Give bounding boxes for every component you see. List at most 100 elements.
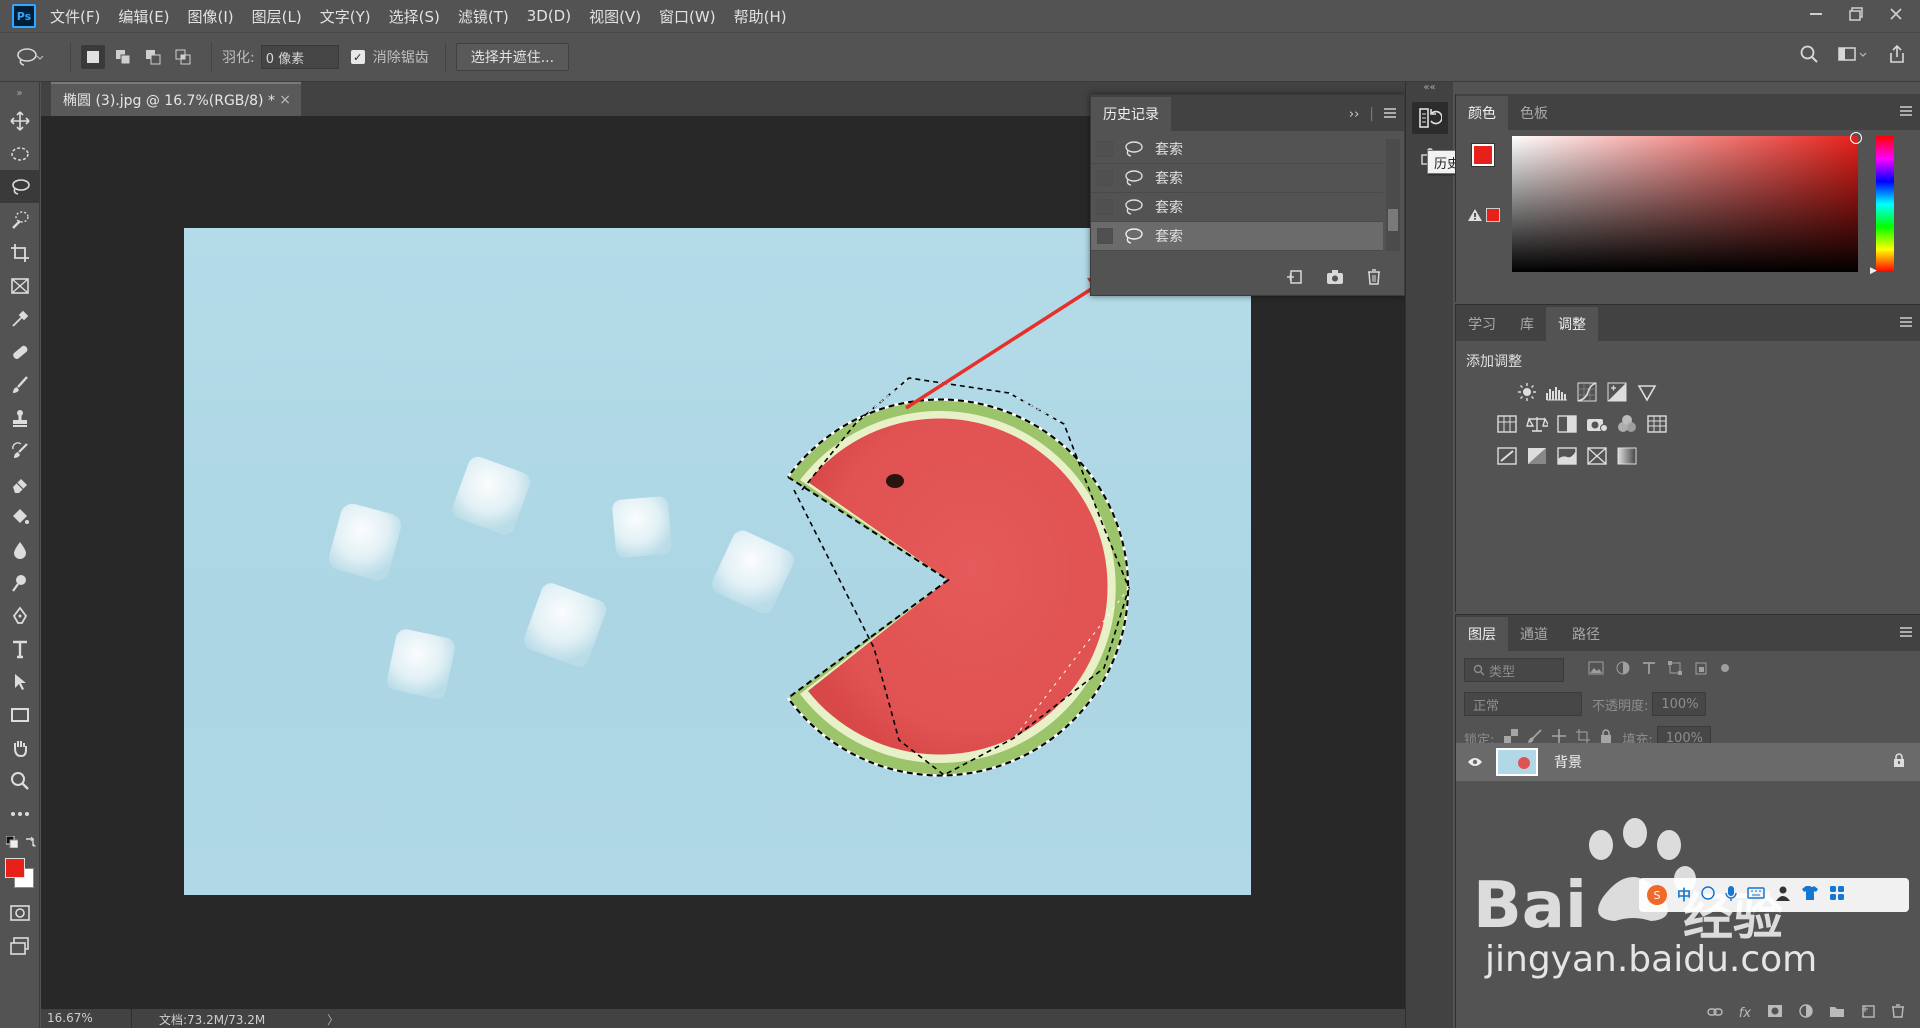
hand-tool-icon[interactable] <box>0 731 40 764</box>
search-icon[interactable] <box>1800 45 1818 67</box>
clone-stamp-tool-icon[interactable] <box>0 401 40 434</box>
levels-icon[interactable] <box>1546 381 1568 403</box>
menu-file[interactable]: 文件(F) <box>50 4 100 29</box>
menu-filter[interactable]: 滤镜(T) <box>458 4 509 29</box>
tab-adjustments[interactable]: 调整 <box>1546 307 1598 341</box>
minimize-icon[interactable] <box>1800 2 1832 26</box>
more-tools-icon[interactable] <box>0 797 40 830</box>
menu-type[interactable]: 文字(Y) <box>320 4 371 29</box>
status-menu-arrow[interactable]: 〉 <box>327 1011 339 1028</box>
new-adjustment-layer-icon[interactable] <box>1799 1004 1813 1022</box>
brightness-contrast-icon[interactable] <box>1516 381 1538 403</box>
eye-icon[interactable] <box>1464 757 1486 767</box>
select-and-mask-button[interactable]: 选择并遮住... <box>455 43 570 71</box>
rectangle-tool-icon[interactable] <box>0 698 40 731</box>
threshold-icon[interactable] <box>1556 445 1578 467</box>
subtract-selection-icon[interactable] <box>141 45 165 69</box>
close-tab-icon[interactable]: × <box>279 92 291 108</box>
exposure-icon[interactable] <box>1606 381 1628 403</box>
path-select-tool-icon[interactable] <box>0 665 40 698</box>
new-selection-icon[interactable] <box>81 45 105 69</box>
tab-color[interactable]: 颜色 <box>1456 96 1508 130</box>
dock-collapse-icon[interactable]: «« <box>1406 82 1453 96</box>
menu-layer[interactable]: 图层(L) <box>252 4 302 29</box>
history-scrollbar[interactable] <box>1386 139 1400 251</box>
web-safe-swatch[interactable] <box>1486 208 1500 222</box>
menu-window[interactable]: 窗口(W) <box>659 4 716 29</box>
marquee-tool-icon[interactable] <box>0 137 40 170</box>
new-group-icon[interactable] <box>1829 1004 1845 1022</box>
panel-menu-icon[interactable] <box>1900 625 1912 641</box>
channel-mixer-icon[interactable] <box>1616 413 1638 435</box>
eraser-tool-icon[interactable] <box>0 467 40 500</box>
blend-mode-select[interactable]: 正常 <box>1464 692 1582 716</box>
menu-edit[interactable]: 编辑(E) <box>118 4 169 29</box>
intersect-selection-icon[interactable] <box>171 45 195 69</box>
history-brush-tool-icon[interactable] <box>0 434 40 467</box>
quick-mask-icon[interactable] <box>0 896 40 929</box>
crop-tool-icon[interactable] <box>0 236 40 269</box>
scroll-thumb[interactable] <box>1388 209 1398 231</box>
panel-menu-icon[interactable] <box>1900 104 1912 120</box>
smart-object-filter-icon[interactable] <box>1694 661 1708 679</box>
move-tool-icon[interactable] <box>0 104 40 137</box>
type-filter-icon[interactable] <box>1642 661 1656 679</box>
lasso-preset-icon[interactable] <box>0 47 60 67</box>
new-layer-icon[interactable] <box>1861 1004 1875 1022</box>
link-layers-icon[interactable] <box>1707 1005 1723 1021</box>
blur-tool-icon[interactable] <box>0 533 40 566</box>
vibrance-icon[interactable] <box>1636 381 1658 403</box>
close-window-icon[interactable] <box>1880 2 1912 26</box>
delete-layer-icon[interactable] <box>1891 1004 1905 1022</box>
history-item[interactable]: 套索 <box>1091 135 1383 164</box>
panel-menu-icon[interactable] <box>1900 315 1912 331</box>
panel-menu-icon[interactable] <box>1384 106 1396 122</box>
zoom-level[interactable]: 16.67% <box>47 1011 93 1025</box>
menu-3d[interactable]: 3D(D) <box>527 5 571 27</box>
type-tool-icon[interactable] <box>0 632 40 665</box>
adjustment-filter-icon[interactable] <box>1616 661 1630 679</box>
share-icon[interactable] <box>1888 44 1906 67</box>
menu-view[interactable]: 视图(V) <box>589 4 641 29</box>
hue-saturation-icon[interactable] <box>1496 413 1518 435</box>
lasso-tool-icon[interactable] <box>0 170 40 203</box>
dodge-tool-icon[interactable] <box>0 566 40 599</box>
panel-expand-icon[interactable]: ›› <box>1349 107 1359 122</box>
curves-icon[interactable] <box>1576 381 1598 403</box>
history-item-selected[interactable]: 套索 <box>1091 222 1383 251</box>
trash-icon[interactable] <box>1366 269 1382 289</box>
color-field[interactable] <box>1512 132 1862 272</box>
pen-tool-icon[interactable] <box>0 599 40 632</box>
menu-help[interactable]: 帮助(H) <box>734 4 787 29</box>
default-colors-icon[interactable] <box>5 835 19 852</box>
healing-brush-tool-icon[interactable] <box>0 335 40 368</box>
add-mask-icon[interactable] <box>1767 1004 1783 1022</box>
layer-row[interactable]: 背景 <box>1456 743 1920 781</box>
swap-colors-icon[interactable] <box>24 835 37 851</box>
history-snapshot-checkbox[interactable] <box>1097 170 1113 186</box>
filter-toggle-icon[interactable] <box>1720 661 1730 679</box>
tab-libraries[interactable]: 库 <box>1508 307 1546 341</box>
collapse-icon[interactable]: » <box>0 82 39 104</box>
selective-color-icon[interactable] <box>1586 445 1608 467</box>
color-balance-icon[interactable] <box>1526 413 1548 435</box>
color-picker-cursor[interactable] <box>1850 132 1862 144</box>
history-snapshot-checkbox[interactable] <box>1097 141 1113 157</box>
opacity-input[interactable]: 100% <box>1652 692 1707 716</box>
layer-style-icon[interactable]: fx <box>1739 1006 1751 1021</box>
camera-snapshot-icon[interactable] <box>1326 269 1344 289</box>
photo-filter-icon[interactable] <box>1586 413 1608 435</box>
frame-tool-icon[interactable] <box>0 269 40 302</box>
paint-bucket-tool-icon[interactable] <box>0 500 40 533</box>
zoom-tool-icon[interactable] <box>0 764 40 797</box>
gamut-warning-icon[interactable] <box>1468 209 1482 225</box>
quick-select-tool-icon[interactable] <box>0 203 40 236</box>
layer-filter-select[interactable]: 类型 <box>1464 658 1564 682</box>
tab-paths[interactable]: 路径 <box>1560 617 1612 651</box>
history-item[interactable]: 套索 <box>1091 164 1383 193</box>
menu-image[interactable]: 图像(I) <box>188 4 234 29</box>
tab-swatches[interactable]: 色板 <box>1508 96 1560 130</box>
layer-name[interactable]: 背景 <box>1554 752 1582 772</box>
history-panel-icon[interactable] <box>1411 102 1448 134</box>
workspace-icon[interactable] <box>1838 45 1868 67</box>
